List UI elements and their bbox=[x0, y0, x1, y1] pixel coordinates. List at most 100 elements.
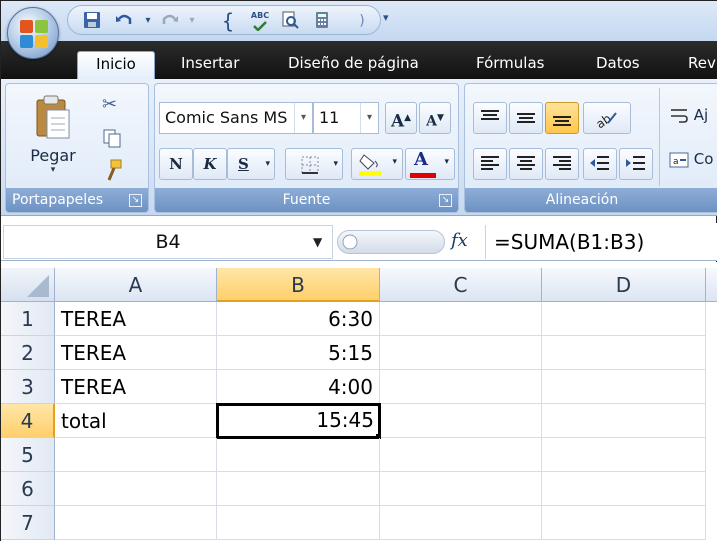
align-left-button[interactable] bbox=[473, 148, 507, 180]
copy-icon[interactable] bbox=[102, 128, 122, 152]
underline-dropdown-icon[interactable]: ▾ bbox=[265, 149, 270, 179]
fill-color-dropdown-icon[interactable]: ▾ bbox=[392, 157, 397, 167]
select-all-button[interactable] bbox=[1, 268, 55, 302]
redo-icon[interactable] bbox=[160, 11, 180, 31]
font-color-button[interactable]: A ▾ bbox=[405, 148, 455, 180]
row-header-2[interactable]: 2 bbox=[1, 336, 55, 370]
borders-dropdown-icon[interactable]: ▾ bbox=[333, 149, 338, 179]
cell-c3[interactable] bbox=[380, 370, 542, 404]
align-right-button[interactable] bbox=[545, 148, 579, 180]
row-header-5[interactable]: 5 bbox=[1, 438, 55, 472]
font-color-dropdown-icon[interactable]: ▾ bbox=[444, 157, 449, 167]
cell-a2[interactable]: TEREA bbox=[55, 336, 217, 370]
cell-a7[interactable] bbox=[55, 506, 217, 540]
formula-input[interactable]: =SUMA(B1:B3) bbox=[485, 225, 716, 259]
borders-button[interactable]: ▾ bbox=[285, 148, 343, 180]
cell-b1[interactable]: 6:30 bbox=[217, 302, 380, 336]
cell-c7[interactable] bbox=[380, 506, 542, 540]
cell-d4[interactable] bbox=[542, 404, 706, 438]
cell-c2[interactable] bbox=[380, 336, 542, 370]
font-name-combo[interactable]: Comic Sans MS ▾ bbox=[159, 102, 313, 134]
cell-b3[interactable]: 4:00 bbox=[217, 370, 380, 404]
align-top-button[interactable] bbox=[473, 102, 507, 134]
fill-color-button[interactable]: ▾ bbox=[351, 148, 403, 180]
shrink-font-button[interactable]: A▼ bbox=[419, 102, 451, 134]
redo-dropdown-icon[interactable]: ▾ bbox=[182, 11, 202, 31]
customize-qat-icon[interactable]: ▾ bbox=[383, 11, 389, 24]
calculator-icon[interactable] bbox=[312, 11, 332, 31]
name-box-dropdown-icon[interactable]: ▼ bbox=[313, 235, 322, 249]
undo-dropdown-icon[interactable]: ▾ bbox=[138, 11, 158, 31]
cell-b7[interactable] bbox=[217, 506, 380, 540]
format-painter-icon[interactable] bbox=[100, 158, 124, 188]
font-size-dropdown-icon[interactable]: ▾ bbox=[360, 103, 378, 133]
cell-d2[interactable] bbox=[542, 336, 706, 370]
paste-dropdown-icon[interactable]: ▾ bbox=[24, 165, 82, 175]
office-button[interactable] bbox=[7, 7, 59, 59]
cell-a3[interactable]: TEREA bbox=[55, 370, 217, 404]
tab-insertar[interactable]: Insertar bbox=[181, 51, 239, 79]
formula-bar-expander[interactable] bbox=[337, 230, 445, 254]
tab-diseno-de-pagina[interactable]: Diseño de página bbox=[288, 51, 419, 79]
row-header-1[interactable]: 1 bbox=[1, 302, 55, 336]
cell-d5[interactable] bbox=[542, 438, 706, 472]
cell-a4[interactable]: total bbox=[55, 404, 217, 438]
tab-datos[interactable]: Datos bbox=[596, 51, 640, 79]
merge-center-button[interactable]: a Co bbox=[669, 150, 713, 169]
cell-d3[interactable] bbox=[542, 370, 706, 404]
underline-button[interactable]: S ▾ bbox=[227, 148, 275, 180]
cell-c6[interactable] bbox=[380, 472, 542, 506]
cell-b2[interactable]: 5:15 bbox=[217, 336, 380, 370]
wrap-text-button[interactable]: Aj bbox=[669, 106, 708, 125]
tab-inicio[interactable]: Inicio bbox=[77, 51, 155, 79]
office-logo-icon bbox=[20, 20, 48, 48]
brace-icon[interactable]: { bbox=[218, 11, 238, 31]
cell-d7[interactable] bbox=[542, 506, 706, 540]
row-header-4[interactable]: 4 bbox=[1, 404, 55, 438]
italic-button[interactable]: K bbox=[193, 148, 227, 180]
cell-b6[interactable] bbox=[217, 472, 380, 506]
cell-c4[interactable] bbox=[381, 404, 542, 438]
tab-revisar[interactable]: Rev bbox=[688, 51, 716, 79]
align-middle-button[interactable] bbox=[509, 102, 543, 134]
cell-d1[interactable] bbox=[542, 302, 706, 336]
font-size-value: 11 bbox=[319, 108, 340, 127]
spelling-icon[interactable]: ABC bbox=[248, 11, 272, 32]
font-launcher-icon[interactable]: ↘ bbox=[439, 194, 452, 207]
cut-icon[interactable]: ✂ bbox=[102, 94, 117, 115]
paste-button[interactable]: Pegar ▾ bbox=[24, 92, 82, 188]
grow-font-button[interactable]: A▲ bbox=[385, 102, 417, 134]
insert-function-icon[interactable]: fx bbox=[451, 230, 468, 251]
align-center-button[interactable] bbox=[509, 148, 543, 180]
cell-b5[interactable] bbox=[217, 438, 380, 472]
print-preview-icon[interactable] bbox=[280, 11, 300, 31]
cell-a6[interactable] bbox=[55, 472, 217, 506]
column-header-d[interactable]: D bbox=[542, 268, 706, 302]
row-header-6[interactable]: 6 bbox=[1, 472, 55, 506]
orientation-button[interactable]: ab bbox=[583, 102, 631, 134]
clipboard-launcher-icon[interactable]: ↘ bbox=[129, 194, 142, 207]
row-header-3[interactable]: 3 bbox=[1, 370, 55, 404]
row-header-7[interactable]: 7 bbox=[1, 506, 55, 540]
cell-d6[interactable] bbox=[542, 472, 706, 506]
cell-a5[interactable] bbox=[55, 438, 217, 472]
bold-button[interactable]: N bbox=[159, 148, 193, 180]
name-box[interactable]: B4 bbox=[3, 225, 333, 259]
cell-c5[interactable] bbox=[380, 438, 542, 472]
font-name-dropdown-icon[interactable]: ▾ bbox=[294, 103, 312, 133]
column-header-b[interactable]: B bbox=[217, 268, 380, 302]
decrease-indent-button[interactable] bbox=[583, 148, 617, 180]
column-header-c[interactable]: C bbox=[380, 268, 542, 302]
column-header-e[interactable] bbox=[706, 268, 717, 302]
align-bottom-button[interactable] bbox=[545, 102, 579, 134]
undo-icon[interactable] bbox=[114, 11, 134, 31]
grow-font-label: A bbox=[390, 111, 405, 132]
font-size-combo[interactable]: 11 ▾ bbox=[313, 102, 379, 134]
cell-a1[interactable]: TEREA bbox=[55, 302, 217, 336]
increase-indent-button[interactable] bbox=[619, 148, 653, 180]
column-header-a[interactable]: A bbox=[55, 268, 217, 302]
cell-c1[interactable] bbox=[380, 302, 542, 336]
save-icon[interactable] bbox=[82, 11, 102, 31]
tab-formulas[interactable]: Fórmulas bbox=[476, 51, 544, 79]
cell-b4-active[interactable]: 15:45 bbox=[216, 403, 381, 439]
